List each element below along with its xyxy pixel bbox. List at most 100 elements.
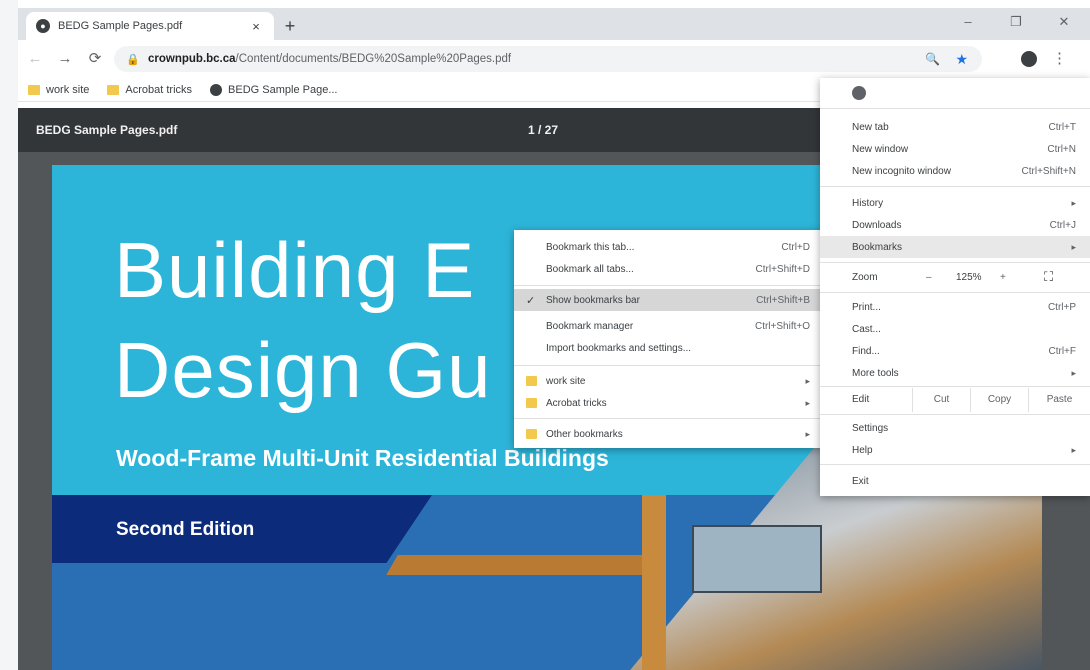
menu-separator [514, 418, 824, 419]
menu-item-import-bookmarks[interactable]: Import bookmarks and settings... [514, 337, 824, 359]
menu-item-new-window[interactable]: New window Ctrl+N [820, 138, 1090, 160]
minimize-icon[interactable]: – [958, 14, 978, 29]
forward-icon[interactable]: → [56, 50, 74, 68]
menu-item-label: New incognito window [852, 165, 951, 177]
tab-title: BEDG Sample Pages.pdf [58, 20, 183, 32]
menu-item-new-tab[interactable]: New tab Ctrl+T [820, 116, 1090, 138]
reload-icon[interactable]: ⟳ [86, 50, 104, 68]
bookmark-work-site[interactable]: work site [28, 84, 89, 96]
menu-item-label: History [852, 197, 884, 209]
zoom-row: Zoom – 125% + ⛶ [820, 265, 1090, 289]
folder-icon [526, 376, 537, 386]
new-tab-button[interactable]: + [280, 16, 300, 36]
copy-button[interactable]: Copy [970, 388, 1028, 412]
address-bar[interactable]: 🔒 crownpub.bc.ca/Content/documents/BEDG%… [114, 46, 982, 72]
url-text[interactable]: crownpub.bc.ca/Content/documents/BEDG%20… [148, 53, 511, 65]
menu-item-downloads[interactable]: Downloads Ctrl+J [820, 214, 1090, 236]
menu-item-bookmark-manager[interactable]: Bookmark manager Ctrl+Shift+O [514, 315, 824, 337]
profile-globe-icon [852, 86, 866, 100]
menu-separator [820, 262, 1090, 263]
menu-item-shortcut: Ctrl+T [1048, 121, 1077, 133]
bookmark-label: Acrobat tricks [125, 83, 193, 96]
menu-item-label: work site [546, 375, 586, 387]
menu-item-find[interactable]: Find... Ctrl+F [820, 340, 1090, 362]
building-balcony [692, 525, 822, 593]
chevron-right-icon: ▸ [805, 375, 810, 386]
folder-icon [28, 84, 40, 95]
menu-separator [820, 414, 1090, 415]
menu-item-label: Bookmark manager [546, 320, 634, 332]
zoom-icon[interactable]: 🔍 [925, 52, 940, 66]
cut-button[interactable]: Cut [912, 388, 970, 412]
menu-item-label: Downloads [852, 219, 902, 231]
folder-icon [526, 398, 537, 408]
menu-separator [514, 285, 824, 286]
bookmark-acrobat-tricks[interactable]: Acrobat tricks [107, 84, 192, 96]
menu-item-more-tools[interactable]: More tools ▸ [820, 362, 1090, 384]
edit-row: Edit Cut Copy Paste [820, 388, 1090, 412]
menu-item-settings[interactable]: Settings [820, 417, 1090, 439]
zoom-label: Zoom [852, 271, 878, 283]
edit-label: Edit [852, 394, 870, 405]
chevron-right-icon: ▸ [1071, 367, 1076, 378]
menu-kebab-icon[interactable]: ⋮ [1052, 49, 1067, 67]
zoom-in-button[interactable]: + [1000, 272, 1006, 283]
menu-item-help[interactable]: Help ▸ [820, 439, 1090, 461]
menu-item-shortcut: Ctrl+N [1047, 143, 1076, 155]
menu-item-print[interactable]: Print... Ctrl+P [820, 296, 1090, 318]
menu-item-history[interactable]: History ▸ [820, 192, 1090, 214]
fullscreen-icon[interactable]: ⛶ [1044, 269, 1053, 285]
chrome-main-menu: New tab Ctrl+T New window Ctrl+N New inc… [820, 78, 1090, 496]
url-path: /Content/documents/BEDG%20Sample%20Pages… [235, 53, 512, 65]
menu-item-label: Exit [852, 475, 869, 487]
menu-item-shortcut: Ctrl+Shift+N [1021, 165, 1076, 177]
menu-item-shortcut: Ctrl+F [1048, 345, 1077, 357]
menu-item-label: Help [852, 444, 873, 456]
menu-item-bookmarks[interactable]: Bookmarks ▸ [820, 236, 1090, 258]
zoom-out-button[interactable]: – [926, 272, 932, 283]
bookmark-star-icon[interactable]: ★ [955, 51, 968, 68]
back-icon[interactable]: ← [26, 50, 44, 68]
menu-item-label: Settings [852, 422, 889, 434]
close-tab-icon[interactable]: × [248, 19, 264, 34]
menu-item-label: More tools [852, 367, 899, 379]
lock-icon[interactable]: 🔒 [126, 53, 140, 66]
menu-item-other-bookmarks[interactable]: Other bookmarks ▸ [514, 423, 824, 445]
menu-separator [820, 292, 1090, 293]
menu-item-shortcut: Ctrl+D [781, 241, 810, 253]
bookmark-bedg-sample[interactable]: BEDG Sample Page... [210, 83, 338, 96]
menu-item-label: Other bookmarks [546, 428, 623, 440]
cover-title-line-1: Building E [114, 226, 476, 314]
menu-item-folder-work-site[interactable]: work site ▸ [514, 370, 824, 392]
menu-separator [820, 386, 1090, 387]
tab-strip: ● BEDG Sample Pages.pdf × + – ❐ ✕ [18, 8, 1090, 40]
menu-item-folder-acrobat-tricks[interactable]: Acrobat tricks ▸ [514, 392, 824, 414]
window-close-icon[interactable]: ✕ [1054, 14, 1074, 30]
screenshot: ● BEDG Sample Pages.pdf × + – ❐ ✕ ← → ⟳ … [0, 0, 1090, 670]
menu-item-shortcut: Ctrl+Shift+D [755, 263, 810, 275]
menu-item-cast[interactable]: Cast... [820, 318, 1090, 340]
paste-button[interactable]: Paste [1028, 388, 1090, 412]
menu-item-label: Print... [852, 301, 881, 313]
url-domain: crownpub.bc.ca [148, 53, 236, 65]
cover-edition: Second Edition [116, 519, 255, 540]
menu-item-new-incognito-window[interactable]: New incognito window Ctrl+Shift+N [820, 160, 1090, 182]
bookmark-label: work site [46, 83, 90, 96]
building-beam [386, 555, 658, 575]
menu-item-bookmark-all-tabs[interactable]: Bookmark all tabs... Ctrl+Shift+D [514, 258, 824, 280]
restore-icon[interactable]: ❐ [1006, 14, 1026, 30]
menu-item-label: Bookmarks [852, 241, 903, 253]
menu-separator [820, 108, 1090, 109]
menu-item-label: Show bookmarks bar [546, 294, 640, 306]
menu-item-shortcut: Ctrl+J [1049, 219, 1076, 231]
tab-bedg-pdf[interactable]: ● BEDG Sample Pages.pdf × [26, 12, 274, 40]
menu-item-exit[interactable]: Exit [820, 470, 1090, 492]
menu-item-bookmark-this-tab[interactable]: Bookmark this tab... Ctrl+D [514, 236, 824, 258]
profile-icon[interactable] [1021, 51, 1037, 67]
page-indicator[interactable]: 1 / 27 [528, 123, 558, 137]
menu-item-label: Bookmark this tab... [546, 241, 635, 253]
globe-icon [210, 83, 223, 96]
menu-item-show-bookmarks-bar[interactable]: ✓ Show bookmarks bar Ctrl+Shift+B [514, 289, 824, 311]
menu-item-label: Import bookmarks and settings... [546, 342, 692, 354]
chevron-right-icon: ▸ [805, 428, 810, 439]
